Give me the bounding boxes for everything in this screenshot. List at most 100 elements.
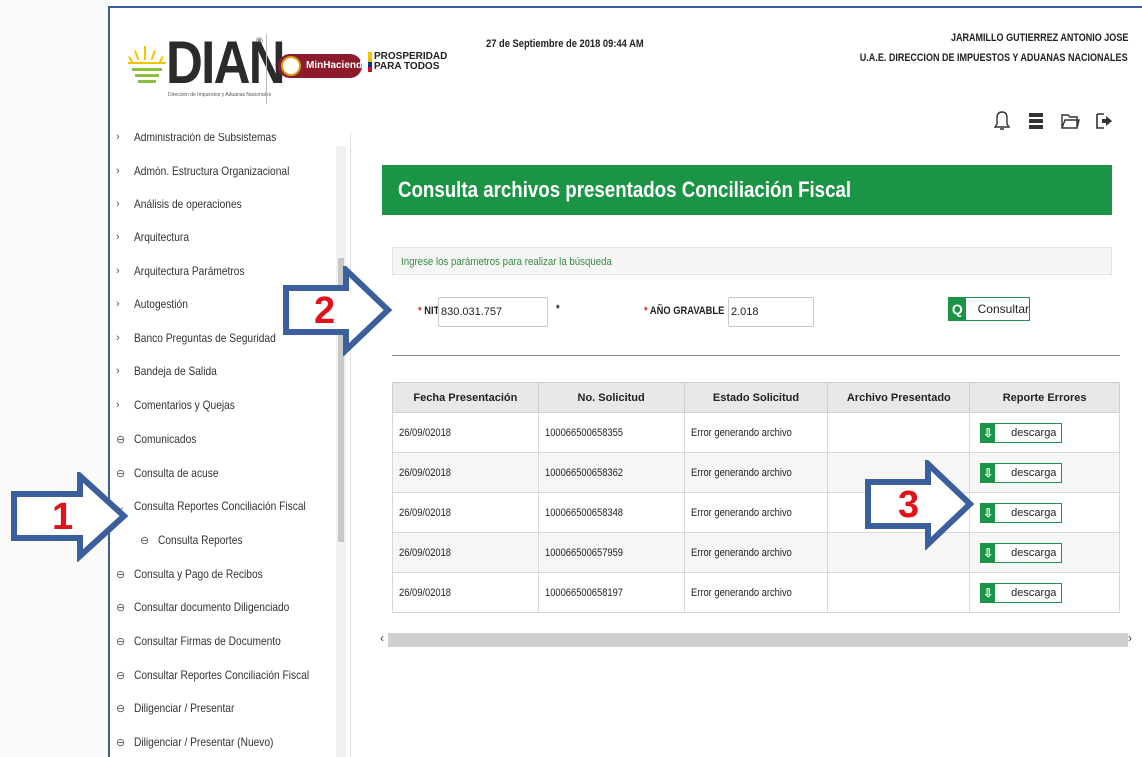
cell-archivo: [827, 572, 971, 613]
annotation-number-2: 2: [314, 290, 336, 332]
descarga-button[interactable]: ⇩ descarga: [980, 422, 1063, 443]
cell-fecha: 26/09/02018: [392, 572, 539, 613]
annotation-arrow-3-icon: [865, 460, 975, 550]
cell-solicitud: 100066500657959: [537, 532, 685, 573]
chevron-right-icon: ›: [116, 298, 120, 310]
cell-estado: Error generando archivo: [683, 572, 829, 613]
section-divider: [392, 355, 1120, 356]
minhacienda-label: MinHacienda: [306, 60, 368, 71]
cell-estado: Error generando archivo: [683, 532, 829, 573]
sidebar-item[interactable]: ⊖ Consultar documento Diligenciado: [116, 597, 317, 617]
cell-reporte: ⇩ descarga: [969, 412, 1120, 453]
server-icon[interactable]: [1026, 110, 1046, 132]
descarga-button[interactable]: ⇩ descarga: [980, 582, 1063, 603]
chevron-right-icon: ›: [116, 332, 120, 344]
sidebar-item[interactable]: › Autogestión: [116, 294, 197, 314]
flag-bar-icon: [368, 52, 372, 72]
registered-mark: ®: [256, 36, 263, 46]
nit-input[interactable]: [438, 297, 548, 327]
cell-solicitud: 100066500658355: [537, 412, 685, 453]
table-header-row: Fecha Presentación No. Solicitud Estado …: [392, 382, 1120, 413]
link-icon: ⊖: [116, 601, 126, 614]
col-fecha[interactable]: Fecha Presentación: [392, 382, 539, 413]
col-archivo[interactable]: Archivo Presentado: [827, 382, 971, 413]
sidebar-subitem[interactable]: ⊖ Consulta Reportes: [140, 530, 257, 550]
search-instructions: Ingrese los parámetros para realizar la …: [392, 247, 1112, 275]
sidebar-item[interactable]: › Arquitectura Parámetros: [116, 261, 264, 281]
sidebar-item[interactable]: › Análisis de operaciones: [116, 194, 261, 214]
cell-solicitud: 100066500658197: [537, 572, 685, 613]
sidebar-item[interactable]: › Bandeja de Salida: [116, 361, 231, 381]
minhacienda-logo: MinHacienda: [278, 54, 368, 78]
folder-icon[interactable]: [1060, 110, 1080, 132]
dian-sun-logo-icon: [128, 46, 166, 83]
sidebar-item[interactable]: ⊖ Diligenciar / Presentar: [116, 698, 252, 718]
chevron-right-icon: ›: [116, 265, 120, 277]
download-icon: ⇩: [981, 543, 996, 562]
cell-fecha: 26/09/02018: [392, 452, 539, 493]
sidebar-item[interactable]: ⊖ Comunicados: [116, 429, 207, 449]
bell-icon[interactable]: [992, 110, 1012, 132]
sidebar-item[interactable]: ⊖ Diligenciar / Presentar (Nuevo): [116, 732, 298, 752]
nit-label: * NIT: [418, 305, 440, 317]
scroll-left-icon[interactable]: ‹: [380, 631, 384, 645]
prosperidad-logo: PROSPERIDAD PARA TODOS: [368, 52, 447, 72]
link-icon: ⊖: [116, 669, 126, 682]
sidebar-item[interactable]: ⊖ Consultar Reportes Conciliación Fiscal: [116, 665, 340, 685]
header-datetime: 27 de Septiembre de 2018 09:44 AM: [486, 38, 644, 50]
search-icon: Q: [949, 298, 966, 320]
sidebar-item[interactable]: › Banco Preguntas de Seguridad: [116, 328, 301, 348]
sidebar-item[interactable]: › Admón. Estructura Organizacional: [116, 161, 317, 181]
table-row: 26/09/02018 100066500658355 Error genera…: [392, 412, 1120, 453]
annotation-number-1: 1: [52, 496, 74, 538]
col-reporte[interactable]: Reporte Errores: [969, 382, 1120, 413]
link-icon: ⊖: [116, 568, 126, 581]
download-icon: ⇩: [981, 423, 996, 442]
col-estado[interactable]: Estado Solicitud: [683, 382, 829, 413]
descarga-button[interactable]: ⇩ descarga: [980, 502, 1063, 523]
cell-solicitud: 100066500658362: [537, 452, 685, 493]
year-label: * AÑO GRAVABLE: [644, 305, 725, 317]
sidebar-item[interactable]: › Arquitectura: [116, 227, 199, 247]
year-input[interactable]: [728, 297, 814, 327]
header-actions: [992, 110, 1114, 132]
sidebar-item[interactable]: ⊖ Consultar Firmas de Documento: [116, 631, 307, 651]
table-row: 26/09/02018 100066500658197 Error genera…: [392, 572, 1120, 613]
cell-fecha: 26/09/02018: [392, 492, 539, 533]
col-solicitud[interactable]: No. Solicitud: [537, 382, 685, 413]
cell-reporte: ⇩ descarga: [969, 572, 1120, 613]
cell-reporte: ⇩ descarga: [969, 532, 1120, 573]
descarga-button[interactable]: ⇩ descarga: [980, 542, 1063, 563]
table-row: 26/09/02018 100066500657959 Error genera…: [392, 532, 1120, 573]
main-content: Consulta archivos presentados Conciliaci…: [352, 133, 1142, 757]
sidebar-item[interactable]: › Comentarios y Quejas: [116, 395, 253, 415]
cell-fecha: 26/09/02018: [392, 532, 539, 573]
nit-required-mark: *: [556, 303, 560, 315]
link-icon: ⊖: [116, 702, 126, 715]
sidebar-item[interactable]: ⊖ Consulta de acuse: [116, 463, 233, 483]
sidebar-item[interactable]: ⊖ Consulta y Pago de Recibos: [116, 564, 285, 584]
logout-icon[interactable]: [1094, 110, 1114, 132]
annotation-number-3: 3: [898, 484, 920, 526]
chevron-right-icon: ›: [116, 231, 120, 243]
logo-subtitle: Dirección de Impuestos y Aduanas Naciona…: [168, 92, 272, 98]
cell-estado: Error generando archivo: [683, 492, 829, 533]
sidebar-item[interactable]: › Administración de Subsistemas: [116, 133, 301, 147]
scroll-right-icon[interactable]: ›: [1128, 631, 1132, 645]
cell-archivo: [827, 412, 971, 453]
link-icon: ⊖: [116, 635, 126, 648]
browser-frame: DIAN ® Dirección de Impuestos y Aduanas …: [108, 6, 1142, 757]
app-header: DIAN ® Dirección de Impuestos y Aduanas …: [110, 8, 1142, 133]
user-organization: U.A.E. DIRECCION DE IMPUESTOS Y ADUANAS …: [860, 52, 1128, 64]
slogan-line2: PARA TODOS: [374, 61, 440, 72]
download-icon: ⇩: [981, 583, 996, 602]
consultar-button[interactable]: Q Consultar: [948, 297, 1030, 321]
horizontal-scrollbar[interactable]: [388, 633, 1128, 647]
page-title-bar: Consulta archivos presentados Conciliaci…: [382, 165, 1112, 215]
descarga-button[interactable]: ⇩ descarga: [980, 462, 1063, 483]
logo-divider: [266, 34, 267, 104]
link-icon: ⊖: [116, 433, 126, 446]
sidebar-item-expanded[interactable]: ⌄ Consulta Reportes Conciliación Fiscal: [116, 496, 336, 516]
annotation-arrow-2-icon: [283, 266, 393, 356]
cell-solicitud: 100066500658348: [537, 492, 685, 533]
